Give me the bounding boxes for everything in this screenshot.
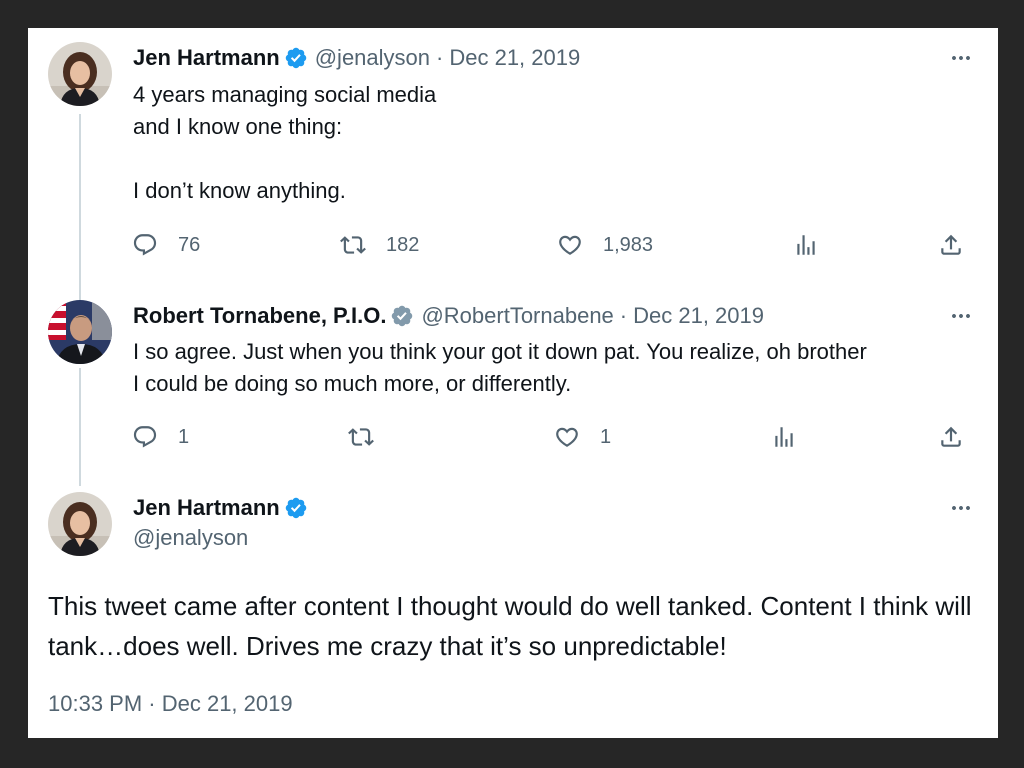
reply-count: 76 [178, 233, 201, 256]
tweet-date[interactable]: Dec 21, 2019 [449, 44, 580, 72]
heart-icon [554, 424, 580, 450]
views-button[interactable] [771, 422, 797, 452]
more-options-button[interactable] [946, 48, 976, 68]
tweet-header: Jen Hartmann @jenalyson · Dec 21, 2019 [133, 44, 580, 72]
author-name[interactable]: Jen Hartmann [133, 44, 280, 72]
retweet-icon [340, 232, 366, 258]
tweet-text-content: I so agree. Just when you think your got… [133, 339, 867, 396]
author-name[interactable]: Robert Tornabene, P.I.O. [133, 302, 386, 330]
profile-photo-icon [48, 42, 112, 106]
retweet-button[interactable]: 182 [340, 230, 419, 260]
verified-badge-icon [284, 46, 308, 70]
share-icon [938, 232, 964, 258]
verified-badge-icon [390, 304, 414, 328]
profile-photo-icon [48, 300, 112, 364]
retweet-icon [348, 424, 374, 450]
separator-dot: · [619, 303, 628, 328]
reply-icon [132, 424, 158, 450]
heart-icon [557, 232, 583, 258]
more-options-icon [949, 496, 973, 520]
tweet-thread-card: Jen Hartmann @jenalyson · Dec 21, 2019 4… [28, 28, 998, 738]
retweet-count: 182 [386, 233, 420, 256]
verified-badge-icon [284, 496, 308, 520]
author-handle[interactable]: @jenalyson [133, 525, 248, 551]
reply-button[interactable]: 76 [132, 230, 200, 260]
tweet-date[interactable]: Dec 21, 2019 [633, 302, 764, 330]
reply-button[interactable]: 1 [132, 422, 189, 452]
more-options-icon [949, 304, 973, 328]
retweet-button[interactable] [348, 422, 374, 452]
main-tweet-text: This tweet came after content I thought … [48, 591, 972, 661]
more-options-button[interactable] [946, 306, 976, 326]
author-name[interactable]: Jen Hartmann [133, 494, 280, 522]
share-button[interactable] [938, 422, 964, 452]
tweet-header: Jen Hartmann [133, 494, 308, 522]
tweet-timestamp[interactable]: 10:33 PM · Dec 21, 2019 [48, 691, 293, 717]
avatar[interactable] [48, 42, 112, 106]
tweet-text: I so agree. Just when you think your got… [133, 336, 978, 400]
thread-connector-line [79, 114, 81, 300]
tweet-header: Robert Tornabene, P.I.O. @RobertTornaben… [133, 302, 764, 330]
more-options-icon [949, 46, 973, 70]
like-count: 1 [600, 425, 612, 448]
avatar[interactable] [48, 300, 112, 364]
analytics-icon [793, 232, 819, 258]
share-button[interactable] [938, 230, 964, 260]
reply-icon [132, 232, 158, 258]
analytics-icon [771, 424, 797, 450]
avatar[interactable] [48, 492, 112, 556]
profile-photo-icon [48, 492, 112, 556]
author-handle[interactable]: @jenalyson [315, 44, 430, 72]
like-button[interactable]: 1 [554, 422, 611, 452]
views-button[interactable] [793, 230, 819, 260]
reply-count: 1 [178, 425, 190, 448]
author-handle[interactable]: @RobertTornabene [421, 302, 613, 330]
tweet-text-content: 4 years managing social media and I know… [133, 82, 437, 203]
share-icon [938, 424, 964, 450]
like-count: 1,983 [603, 233, 654, 256]
separator-dot: · [436, 45, 444, 70]
like-button[interactable]: 1,983 [557, 230, 653, 260]
more-options-button[interactable] [946, 498, 976, 518]
tweet-actions: 76 182 1,983 [28, 230, 998, 260]
tweet-text: 4 years managing social media and I know… [133, 79, 963, 207]
tweet-actions: 1 1 [28, 422, 998, 452]
